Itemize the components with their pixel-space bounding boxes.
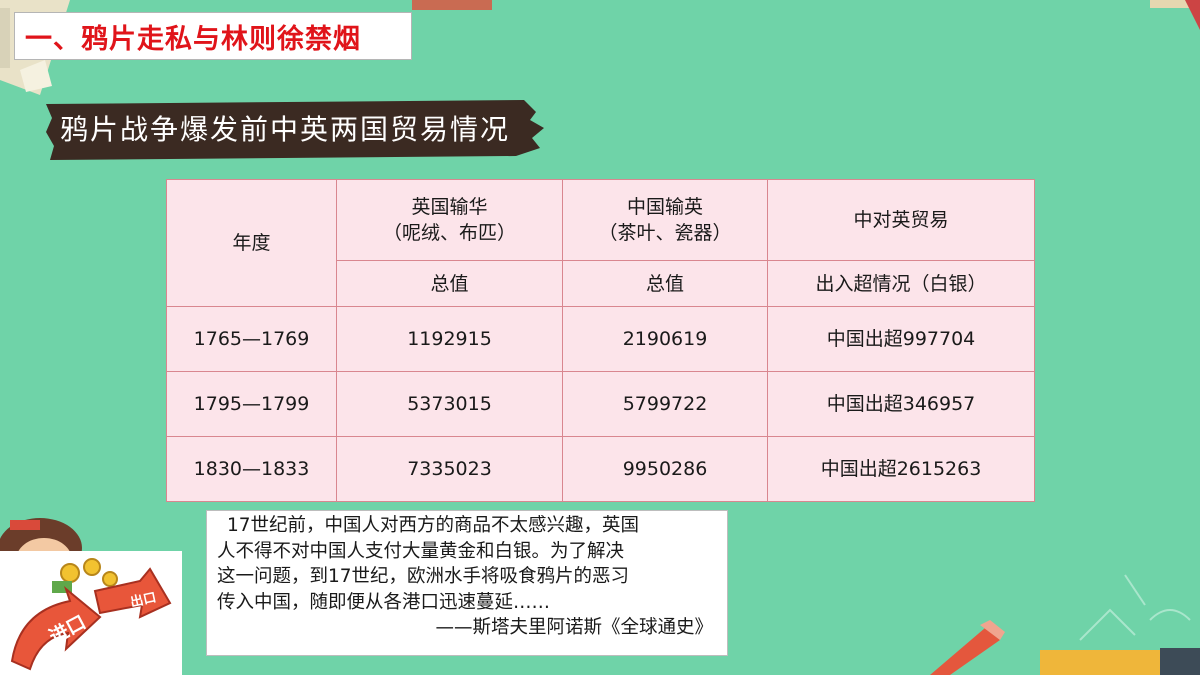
paper-note [20,60,52,92]
header-cn-export-label: 中国输英 [626,196,703,218]
cell-balance: 中国出超2615263 [767,436,1035,502]
header-total-uk: 总值 [336,260,563,307]
table-row: 1830—1833 7335023 9950286 中国出超2615263 [166,436,1035,502]
cell-balance: 中国出超997704 [767,306,1035,372]
cell-year: 1795—1799 [166,371,337,437]
cell-uk: 1192915 [336,306,563,372]
quote-line: 人不得不对中国人支付大量黄金和白银。为了解决 [217,540,625,562]
banner-title: 鸦片战争爆发前中英两国贸易情况 [60,113,511,146]
header-uk-export-note: （呢绒、布匹） [382,222,516,244]
cell-balance: 中国出超346957 [767,371,1035,437]
crayon-decoration [930,620,1200,675]
import-export-illustration: 进口 出口 [0,551,182,675]
banner: 鸦片战争爆发前中英两国贸易情况 [46,98,546,160]
cell-year: 1830—1833 [166,436,337,502]
header-uk-export: 英国输华 （呢绒、布匹） [336,179,563,261]
quote-line: 17世纪前，中国人对西方的商品不太感兴趣，英国 [227,515,640,536]
section-title: 一、鸦片走私与林则徐禁烟 [14,12,412,60]
header-total-cn: 总值 [562,260,768,307]
cell-uk: 5373015 [336,371,563,437]
quote-box: 17世纪前，中国人对西方的商品不太感兴趣，英国 人不得不对中国人支付大量黄金和白… [206,510,728,656]
trade-arrows-illustration [0,551,182,675]
quote-line: 传入中国，随即便从各港口迅速蔓延…… [217,591,551,613]
pencil-decoration [412,0,492,10]
table-row: 1795—1799 5373015 5799722 中国出超346957 [166,371,1035,437]
quote-line: 这一问题，到17世纪，欧洲水手将吸食鸦片的恶习 [217,566,630,587]
quote-source: ——斯塔夫里阿诺斯《全球通史》 [435,617,713,638]
table-row: 1765—1769 1192915 2190619 中国出超997704 [166,306,1035,372]
header-cn-export: 中国输英 （茶叶、瓷器） [562,179,768,261]
cell-uk: 7335023 [336,436,563,502]
trade-table: 年度 英国输华 （呢绒、布匹） 中国输英 （茶叶、瓷器） 中对英贸易 总值 总值… [166,179,1035,502]
header-balance: 出入超情况（白银） [767,260,1035,307]
header-year: 年度 [166,179,337,307]
cell-cn: 9950286 [562,436,768,502]
cell-cn: 5799722 [562,371,768,437]
header-uk-export-label: 英国输华 [411,196,488,218]
header-trade: 中对英贸易 [767,179,1035,261]
cell-cn: 2190619 [562,306,768,372]
header-cn-export-note: （茶叶、瓷器） [598,222,732,244]
cell-year: 1765—1769 [166,306,337,372]
